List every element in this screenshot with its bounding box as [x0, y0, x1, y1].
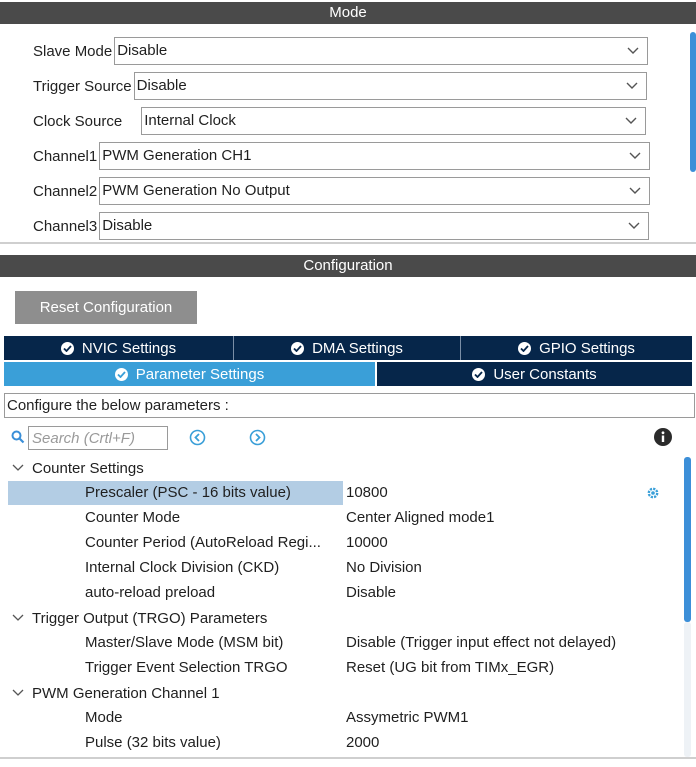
slave-mode-row: Slave Mode Disable — [33, 37, 649, 65]
channel3-select[interactable]: Disable — [99, 212, 650, 240]
trigger-source-row: Trigger Source Disable — [33, 72, 647, 100]
param-name: Counter Mode — [85, 509, 181, 526]
mode-panel: Slave Mode Disable Trigger Source Disabl… — [0, 24, 696, 244]
check-circle-icon — [114, 367, 128, 381]
channel3-label: Channel3 — [33, 217, 98, 235]
clock-source-select[interactable]: Internal Clock — [141, 107, 647, 135]
param-row-pulse[interactable]: Pulse (32 bits value) 2000 — [8, 731, 668, 755]
tree-scrollbar-track[interactable] — [684, 622, 691, 757]
channel2-value: PWM Generation No Output — [102, 182, 290, 199]
channel3-value: Disable — [102, 217, 153, 234]
param-value[interactable]: 2000 — [346, 731, 379, 755]
param-row-auto-reload-preload[interactable]: auto-reload preload Disable — [8, 581, 668, 605]
chevron-down-icon — [629, 187, 641, 194]
chevron-down-icon — [12, 614, 24, 621]
param-name: Internal Clock Division (CKD) — [85, 559, 280, 576]
clock-source-row: Clock Source Internal Clock — [33, 107, 647, 135]
info-icon[interactable] — [654, 428, 672, 446]
slave-mode-select[interactable]: Disable — [114, 37, 649, 65]
channel3-row: Channel3 Disable — [33, 212, 650, 240]
param-row-clock-division[interactable]: Internal Clock Division (CKD) No Divisio… — [8, 556, 668, 580]
trigger-source-label: Trigger Source — [33, 77, 132, 95]
panel-bottom-border — [0, 757, 696, 759]
param-row-counter-mode[interactable]: Counter Mode Center Aligned mode1 — [8, 506, 668, 530]
tab-label: NVIC Settings — [81, 339, 177, 357]
group-trigger-output[interactable]: Trigger Output (TRGO) Parameters — [12, 606, 267, 630]
search-icon — [11, 430, 25, 444]
parameters-description: Configure the below parameters : — [4, 393, 695, 418]
channel1-row: Channel1 PWM Generation CH1 — [33, 142, 651, 170]
group-label: PWM Generation Channel 1 — [32, 684, 220, 702]
trigger-source-select[interactable]: Disable — [133, 72, 647, 100]
param-value[interactable]: 10000 — [346, 531, 388, 555]
param-row-trigger-event-selection[interactable]: Trigger Event Selection TRGO Reset (UG b… — [8, 656, 668, 680]
tab-user-constants[interactable]: User Constants — [377, 362, 692, 386]
slave-mode-value: Disable — [117, 42, 168, 59]
param-value[interactable]: Assymetric PWM1 — [346, 706, 469, 730]
channel2-select[interactable]: PWM Generation No Output — [99, 177, 651, 205]
chevron-down-icon — [12, 689, 24, 696]
param-name: Counter Period (AutoReload Regi... — [85, 534, 321, 551]
tab-label: GPIO Settings — [539, 339, 635, 357]
param-row-msm-bit[interactable]: Master/Slave Mode (MSM bit) Disable (Tri… — [8, 631, 668, 655]
mode-header: Mode — [0, 2, 696, 24]
trigger-source-value: Disable — [136, 77, 187, 94]
group-pwm-channel-1[interactable]: PWM Generation Channel 1 — [12, 681, 220, 705]
chevron-right-circle-icon[interactable] — [249, 429, 266, 446]
check-circle-icon — [518, 341, 532, 355]
reset-configuration-button[interactable]: Reset Configuration — [15, 291, 197, 324]
channel2-label: Channel2 — [33, 182, 98, 200]
tab-label: Parameter Settings — [135, 365, 265, 383]
tab-label: User Constants — [493, 365, 597, 383]
slave-mode-label: Slave Mode — [33, 42, 113, 60]
channel1-value: PWM Generation CH1 — [102, 147, 252, 164]
mode-scrollbar[interactable] — [690, 32, 696, 172]
group-label: Trigger Output (TRGO) Parameters — [32, 609, 268, 627]
check-circle-icon — [60, 341, 74, 355]
group-label: Counter Settings — [32, 459, 144, 477]
param-name: Mode — [85, 709, 123, 726]
tab-gpio-settings[interactable]: GPIO Settings — [461, 336, 692, 360]
param-value[interactable]: Center Aligned mode1 — [346, 506, 494, 530]
channel2-row: Channel2 PWM Generation No Output — [33, 177, 651, 205]
param-name: Pulse (32 bits value) — [85, 734, 221, 751]
param-value[interactable]: 10800 — [346, 481, 388, 505]
param-name: Prescaler (PSC - 16 bits value) — [85, 484, 291, 501]
param-row-pwm-mode[interactable]: Mode Assymetric PWM1 — [8, 706, 668, 730]
tree-scrollbar[interactable] — [684, 457, 691, 622]
param-value[interactable]: Disable (Trigger input effect not delaye… — [346, 631, 616, 655]
chevron-down-icon — [625, 117, 637, 124]
chevron-down-icon — [626, 82, 638, 89]
clock-source-label: Clock Source — [33, 112, 123, 130]
channel1-label: Channel1 — [33, 147, 98, 165]
check-circle-icon — [472, 367, 486, 381]
param-name: Trigger Event Selection TRGO — [85, 659, 288, 676]
chevron-down-icon — [627, 47, 639, 54]
tab-label: DMA Settings — [312, 339, 403, 357]
clock-source-value: Internal Clock — [144, 112, 236, 129]
configuration-header: Configuration — [0, 255, 696, 277]
chevron-down-icon — [628, 222, 640, 229]
search-input[interactable] — [28, 426, 168, 450]
tab-parameter-settings[interactable]: Parameter Settings — [4, 362, 375, 386]
param-name: auto-reload preload — [85, 584, 216, 601]
channel1-select[interactable]: PWM Generation CH1 — [99, 142, 651, 170]
group-counter-settings[interactable]: Counter Settings — [12, 456, 144, 480]
tab-nvic-settings[interactable]: NVIC Settings — [4, 336, 233, 360]
gear-icon[interactable] — [646, 486, 660, 500]
param-value[interactable]: Reset (UG bit from TIMx_EGR) — [346, 656, 554, 680]
param-name: Master/Slave Mode (MSM bit) — [85, 634, 284, 651]
param-value[interactable]: No Division — [346, 556, 422, 580]
chevron-down-icon — [629, 152, 641, 159]
param-value[interactable]: Disable — [346, 581, 396, 605]
tab-dma-settings[interactable]: DMA Settings — [234, 336, 460, 360]
chevron-down-icon — [12, 464, 24, 471]
chevron-left-circle-icon[interactable] — [189, 429, 206, 446]
param-row-prescaler[interactable]: Prescaler (PSC - 16 bits value) 10800 — [8, 481, 668, 505]
param-row-counter-period[interactable]: Counter Period (AutoReload Regi... 10000 — [8, 531, 668, 555]
check-circle-icon — [291, 341, 305, 355]
